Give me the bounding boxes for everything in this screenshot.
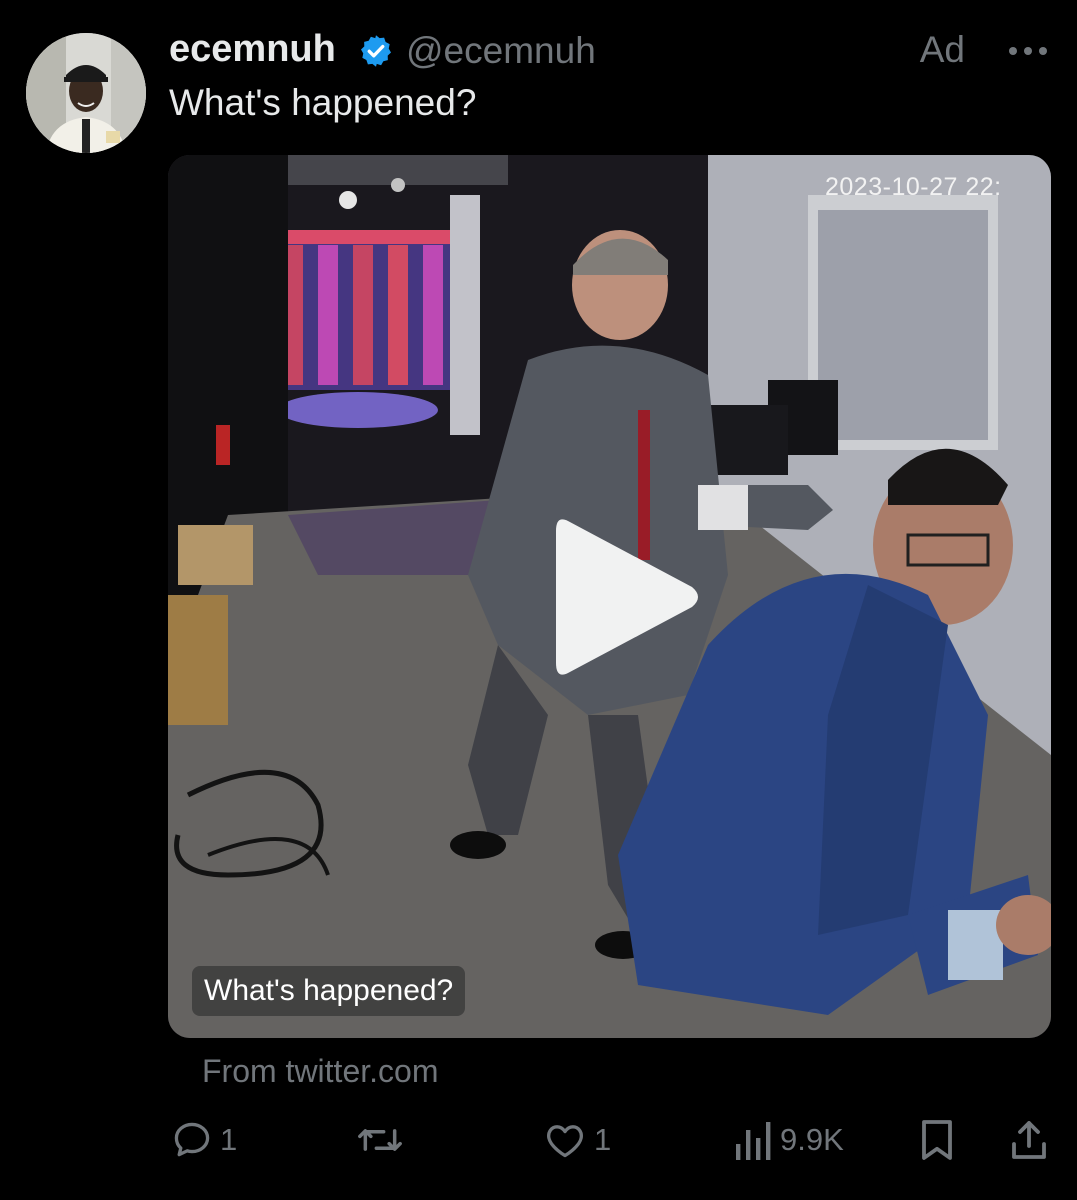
share-button[interactable] [1008,1110,1050,1170]
more-dots-icon[interactable] [1005,36,1051,66]
video-timestamp: 2023-10-27 22: [825,173,1002,201]
tweet-header: ecemnuh @ecemnuh Ad [169,26,1051,76]
avatar[interactable] [26,33,146,153]
like-button[interactable]: 1 [542,1110,611,1170]
link-source[interactable]: From twitter.com [202,1053,438,1090]
bookmark-button[interactable] [916,1110,958,1170]
handle[interactable]: @ecemnuh [406,30,596,72]
views-button[interactable]: 9.9K [734,1110,844,1170]
video-caption: What's happened? [192,966,466,1016]
tweet-text: What's happened? [169,82,477,123]
play-icon[interactable] [546,507,706,687]
display-name[interactable]: ecemnuh [169,28,336,71]
heart-icon [542,1118,588,1162]
views-chart-icon [734,1118,774,1162]
bookmark-icon [916,1118,958,1162]
verified-badge-icon [358,33,394,69]
reply-count: 1 [220,1122,238,1157]
repost-icon [354,1118,406,1162]
video-player[interactable]: 2023-10-27 22: What's happened? [168,155,1051,1038]
reply-button[interactable]: 1 [170,1110,237,1170]
reply-icon [170,1118,214,1162]
like-count: 1 [594,1122,612,1157]
repost-button[interactable] [354,1110,412,1170]
views-count: 9.9K [780,1122,844,1157]
ad-label: Ad [919,29,965,70]
share-icon [1008,1118,1050,1162]
action-bar: 1 1 9.9K [0,1110,1077,1170]
